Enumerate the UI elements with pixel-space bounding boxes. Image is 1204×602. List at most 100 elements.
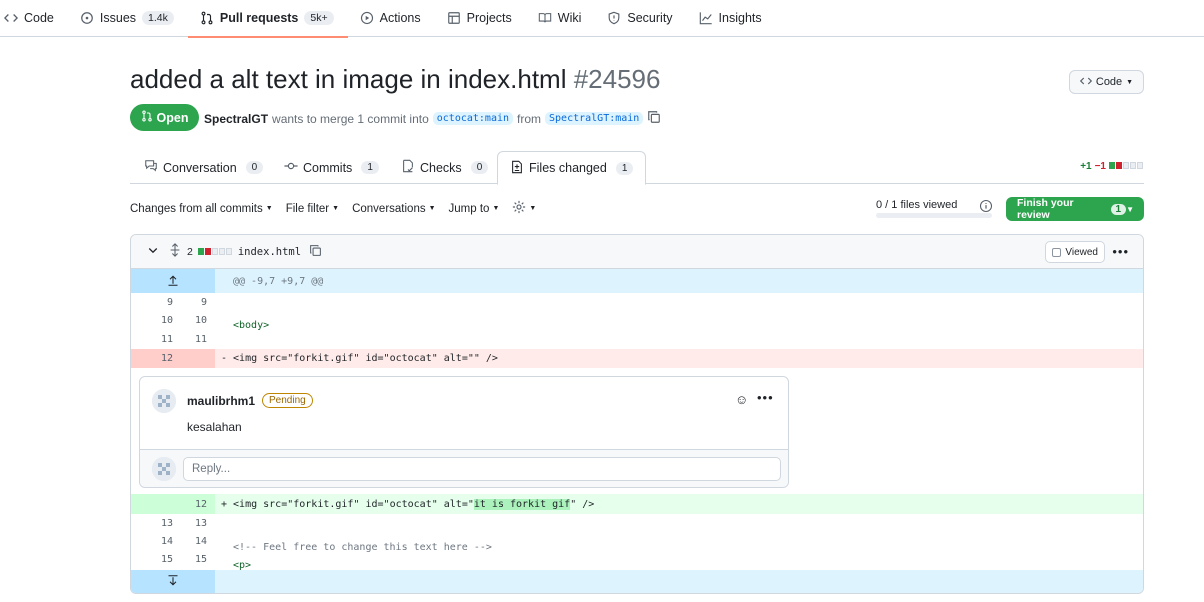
chevron-down-icon: ▼: [1126, 78, 1134, 86]
base-branch[interactable]: octocat:main: [432, 112, 514, 125]
reply-input[interactable]: Reply...: [183, 457, 781, 481]
nav-security-label: Security: [627, 11, 673, 25]
viewed-checkbox[interactable]: Viewed: [1045, 241, 1105, 263]
expand-all-icon[interactable]: [169, 243, 181, 260]
tab-conversation-count: 0: [245, 161, 264, 174]
checkbox-icon: [1052, 247, 1062, 257]
nav-wiki[interactable]: Wiki: [538, 0, 594, 37]
tab-files-changed[interactable]: Files changed 1: [497, 151, 647, 185]
finish-review-button[interactable]: Finish your review 1 ▼: [1006, 197, 1144, 221]
old-line-number[interactable]: 11: [131, 334, 173, 345]
code-button[interactable]: Code ▼: [1069, 70, 1144, 94]
nav-wiki-label: Wiki: [557, 11, 582, 25]
line-code: - <img src="forkit.gif" id="octocat" alt…: [221, 353, 498, 364]
nav-actions[interactable]: Actions: [360, 0, 433, 37]
new-line-number[interactable]: 11: [173, 334, 207, 345]
nav-insights[interactable]: Insights: [699, 0, 774, 37]
tab-checks[interactable]: Checks 0: [401, 151, 489, 184]
nav-pull-requests[interactable]: Pull requests 5k+: [187, 0, 348, 38]
code-button-label: Code: [1095, 76, 1123, 88]
chevron-down-icon[interactable]: [147, 244, 159, 259]
chevron-down-icon: ▼: [332, 205, 340, 212]
nav-security[interactable]: Security: [607, 0, 684, 37]
tab-commits[interactable]: Commits 1: [284, 151, 379, 184]
file-name[interactable]: index.html: [238, 246, 301, 258]
smiley-icon[interactable]: ☺: [735, 392, 748, 407]
comment-author[interactable]: maulibrhm1: [187, 394, 255, 408]
head-branch[interactable]: SpectralGT:main: [545, 112, 644, 125]
info-icon[interactable]: [979, 199, 993, 216]
code-icon: [1079, 75, 1092, 90]
jump-to-dropdown[interactable]: Jump to ▼: [449, 203, 500, 215]
chevron-down-icon: ▼: [492, 205, 500, 212]
expand-down-button[interactable]: [131, 570, 215, 593]
file-changes-count: 2: [187, 245, 193, 258]
new-line-number[interactable]: 14: [173, 536, 207, 547]
nav-issues[interactable]: Issues 1.4k: [80, 0, 186, 37]
diff-toolbar: Changes from all commits ▼ File filter ▼…: [130, 200, 549, 217]
diff-settings-dropdown[interactable]: ▼: [512, 200, 536, 217]
nav-actions-label: Actions: [379, 11, 421, 25]
kebab-horizontal-icon[interactable]: •••: [1112, 244, 1129, 259]
pr-meta: SpectralGT wants to merge 1 commit into …: [204, 110, 661, 127]
conversations-dropdown[interactable]: Conversations ▼: [352, 203, 435, 215]
diff-line: 10 10 <body>: [131, 311, 1143, 331]
new-line-number[interactable]: 10: [173, 315, 207, 326]
nav-pull-requests-label: Pull requests: [219, 11, 299, 25]
play-icon: [360, 11, 374, 25]
expand-down-icon: [167, 575, 179, 590]
viewed-label: Viewed: [1065, 246, 1098, 258]
expand-up-button[interactable]: [131, 269, 215, 293]
old-line-number[interactable]: 15: [131, 554, 173, 565]
old-line-number[interactable]: 13: [131, 518, 173, 529]
avatar: [152, 457, 176, 481]
table-icon: [447, 11, 461, 25]
chevron-down-icon: ▼: [1126, 204, 1134, 214]
pending-badge: Pending: [262, 393, 313, 408]
gear-icon: [512, 200, 526, 217]
tab-conversation[interactable]: Conversation 0: [144, 151, 264, 184]
repo-nav: Code Issues 1.4k Pull requests 5k+ Actio…: [0, 0, 1204, 38]
nav-projects-label: Projects: [466, 11, 512, 25]
changes-from-label: Changes from: [130, 202, 203, 215]
old-line-number[interactable]: 12: [131, 353, 173, 364]
hunk-header-row: @@ -9,7 +9,7 @@: [131, 269, 1143, 293]
pr-number: #24596: [573, 64, 661, 94]
pr-state-label: Open: [156, 110, 189, 125]
diffstat-summary: +1 −1: [1080, 161, 1144, 172]
all-commits-label: all commits: [205, 202, 263, 215]
new-line-number[interactable]: 15: [173, 554, 207, 565]
old-line-number[interactable]: 14: [131, 536, 173, 547]
file-diff-icon: [510, 160, 524, 177]
diff-line: 15 15 <p>: [131, 550, 1143, 572]
deleted-line: 12 - <img src="forkit.gif" id="octocat" …: [131, 349, 1143, 368]
copy-icon[interactable]: [647, 110, 661, 127]
copy-icon[interactable]: [309, 244, 322, 260]
new-line-number[interactable]: 9: [173, 297, 207, 308]
nav-projects[interactable]: Projects: [447, 0, 524, 37]
new-line-number[interactable]: 13: [173, 518, 207, 529]
pr-title-text: added a alt text in image in index.html: [130, 64, 567, 94]
file-filter-dropdown[interactable]: File filter ▼: [286, 203, 339, 215]
added-line: 12 + <img src="forkit.gif" id="octocat" …: [131, 494, 1143, 514]
review-comment-thread: maulibrhm1 Pending ☺ ••• kesalahan Reply…: [139, 376, 789, 488]
pr-state-badge: Open: [130, 104, 199, 131]
chevron-down-icon: ▼: [529, 205, 537, 212]
pull-requests-counter: 5k+: [304, 11, 334, 25]
additions-count: +1: [1080, 161, 1092, 172]
diffstat-blocks: [1109, 161, 1144, 172]
nav-code[interactable]: Code: [4, 0, 66, 37]
new-line-number[interactable]: 12: [173, 499, 207, 510]
old-line-number[interactable]: 10: [131, 315, 173, 326]
file-header: 2 index.html Viewed •••: [131, 235, 1143, 269]
comment-discussion-icon: [144, 159, 158, 176]
chevron-down-icon: ▼: [428, 205, 436, 212]
pr-author-link[interactable]: SpectralGT: [204, 112, 268, 126]
changes-from-dropdown[interactable]: Changes from all commits ▼: [130, 203, 273, 215]
kebab-horizontal-icon[interactable]: •••: [757, 390, 774, 405]
old-line-number[interactable]: 9: [131, 297, 173, 308]
highlighted-change: it is forkit gif: [473, 498, 571, 510]
diff-line: 13 13: [131, 514, 1143, 532]
avatar[interactable]: [152, 389, 176, 413]
tab-commits-count: 1: [361, 161, 379, 174]
